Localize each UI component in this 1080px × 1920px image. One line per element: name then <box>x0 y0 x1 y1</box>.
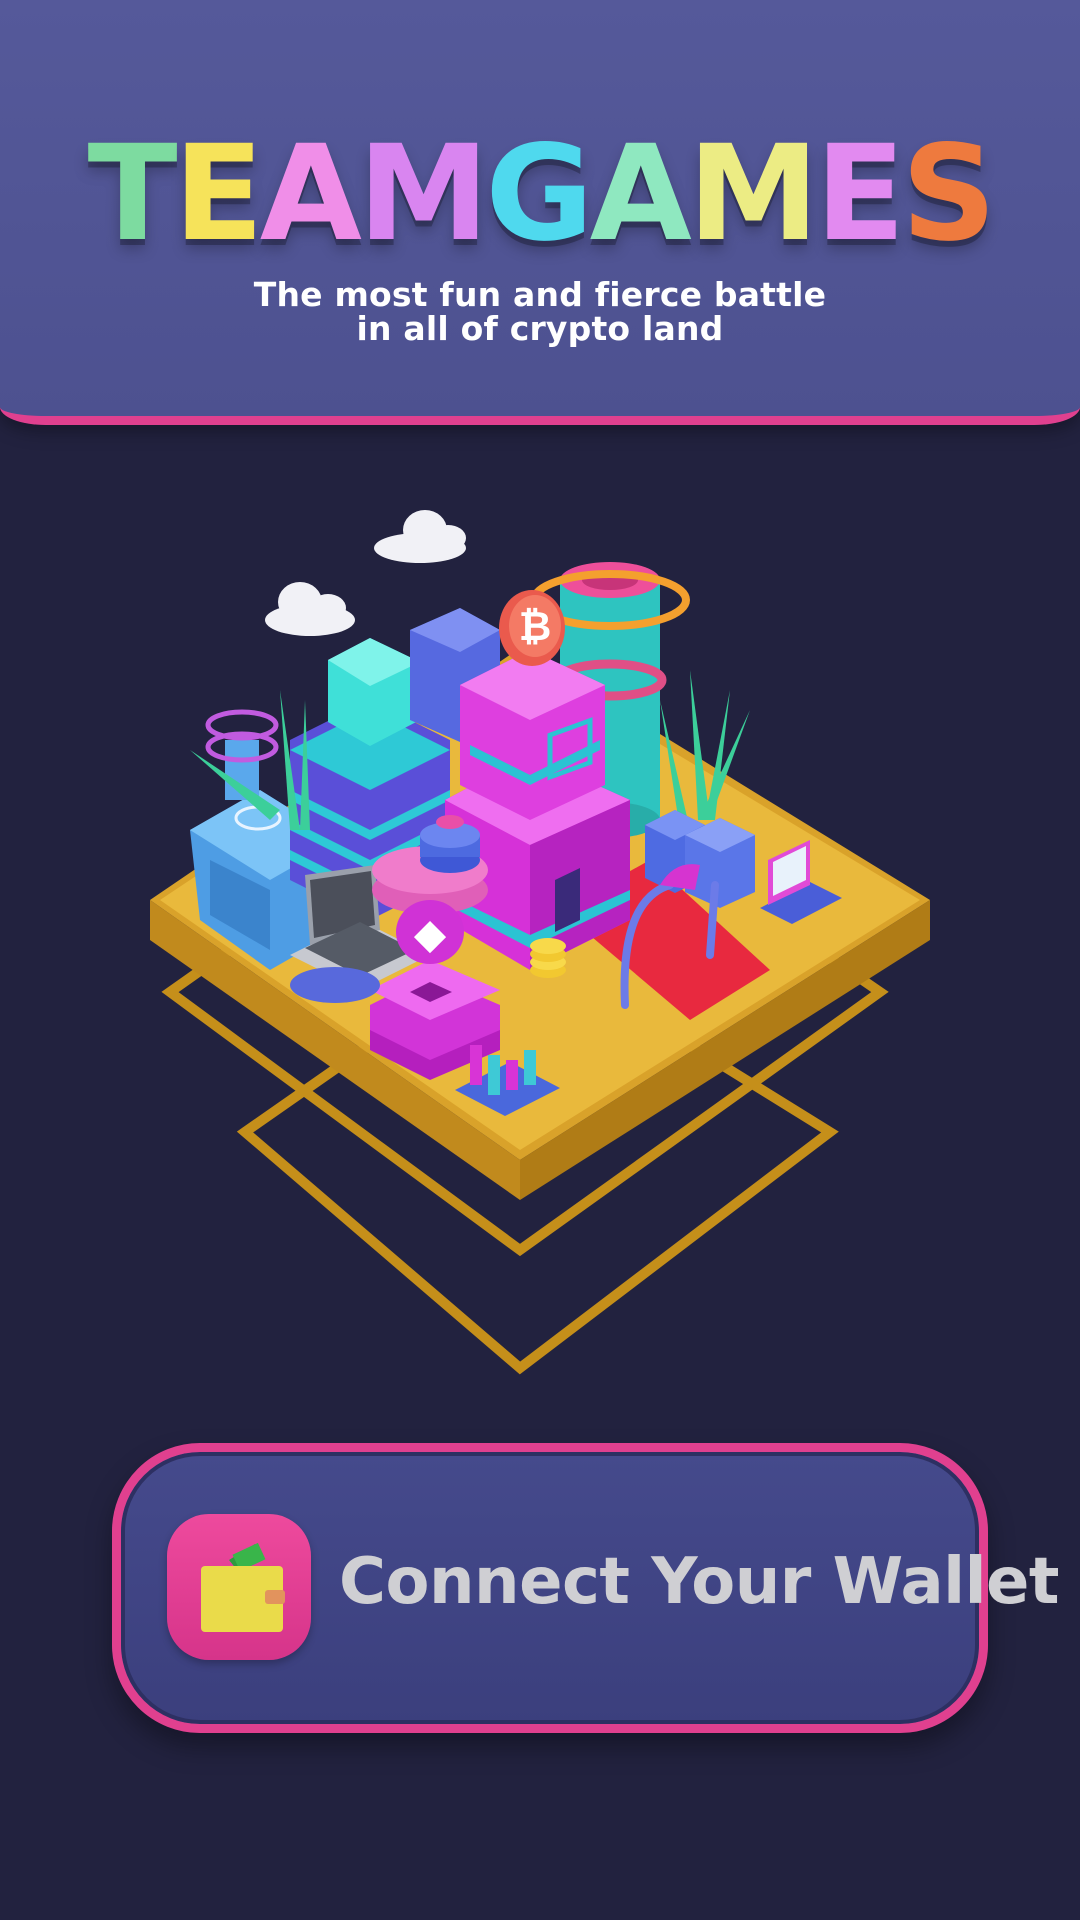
logo-letter: A <box>589 117 692 271</box>
logo-letter: E <box>815 117 905 271</box>
tagline-line-1: The most fun and fierce battle <box>253 275 827 314</box>
logo-letter: G <box>485 117 593 271</box>
bitcoin-symbol: ₿ <box>519 604 552 650</box>
crypto-city-illustration: ₿ ◆ <box>150 510 930 1375</box>
logo-letter: A <box>259 117 362 271</box>
tagline: The most fun and fierce battle in all of… <box>0 278 1080 346</box>
bitcoin-coin: ₿ <box>499 590 565 666</box>
blue-pad <box>290 967 380 1003</box>
tagline-line-2: in all of crypto land <box>356 309 724 348</box>
ethereum-symbol: ◆ <box>414 909 447 958</box>
wallet-icon <box>167 1514 311 1660</box>
wallet-icon-graphic <box>201 1542 285 1632</box>
logo-letter: S <box>901 117 996 271</box>
logo-letter: M <box>687 117 819 271</box>
cloud-icon <box>265 582 355 636</box>
connect-wallet-label: Connect Your Wallet <box>339 1545 1060 1619</box>
logo-letter: E <box>173 117 264 271</box>
logo-letter: M <box>357 117 489 271</box>
magenta-tower <box>445 650 630 970</box>
connect-wallet-button[interactable]: Connect Your Wallet <box>112 1443 1060 1733</box>
teamgames-logo: T E A M G A M E S <box>87 117 997 271</box>
cloud-icon <box>374 510 466 563</box>
logo-letter: T <box>87 117 178 271</box>
header-banner: T E A M G A M E S The most fun and fierc… <box>0 0 1080 425</box>
coin-stack <box>530 938 566 978</box>
